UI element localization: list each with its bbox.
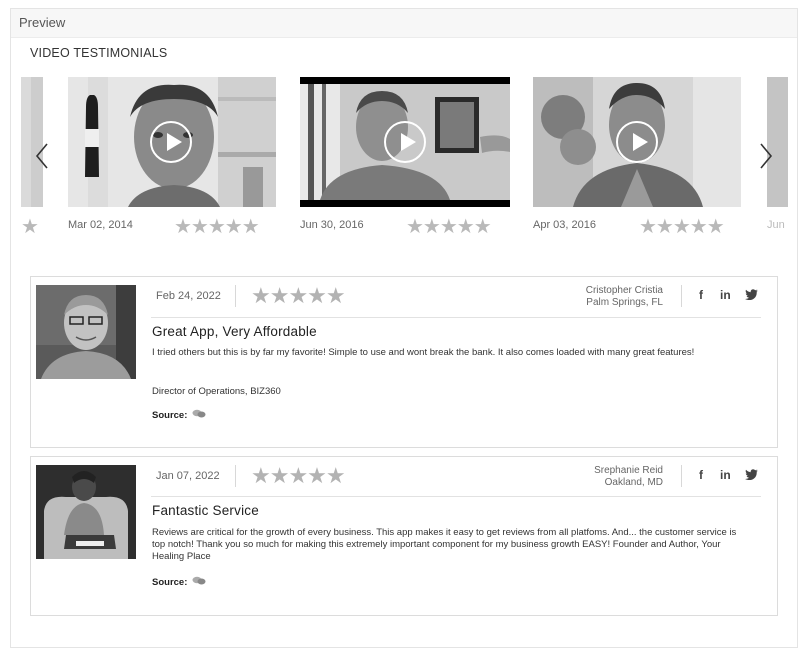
source-label: Source:	[152, 577, 188, 589]
video-slide-2[interactable]: Jun 30, 2016 ★★★★★	[300, 77, 510, 247]
divider	[235, 285, 236, 307]
play-icon[interactable]	[384, 121, 426, 163]
reviewer-role: Director of Operations, BIZ360	[152, 386, 281, 397]
review-rating-stars: ★★★★★	[251, 463, 346, 488]
linkedin-icon[interactable]: in	[720, 288, 731, 302]
divider	[235, 465, 236, 487]
play-icon[interactable]	[150, 121, 192, 163]
slide-rating-stars: ★★★★★	[639, 216, 725, 238]
review-source: Source:	[152, 409, 206, 422]
chat-bubbles-icon[interactable]	[192, 409, 206, 422]
divider	[681, 465, 682, 487]
review-body: Reviews are critical for the growth of e…	[152, 527, 737, 562]
slide-star-partial: ★	[21, 216, 39, 238]
reviewer-name: Cristopher Cristia	[585, 285, 663, 296]
card-divider	[151, 496, 761, 497]
slide-date: Mar 02, 2014	[68, 219, 133, 231]
divider	[681, 285, 682, 307]
video-thumbnail[interactable]	[68, 77, 276, 207]
review-source: Source:	[152, 576, 206, 589]
reviewer-photo	[36, 285, 136, 379]
preview-label: Preview	[19, 15, 66, 30]
reviewer-name-block: Cristopher Cristia Palm Springs, FL	[586, 285, 663, 309]
review-rating-stars: ★★★★★	[251, 283, 346, 308]
video-slide-3[interactable]: Apr 03, 2016 ★★★★★	[533, 77, 741, 247]
linkedin-icon[interactable]: in	[720, 468, 731, 482]
review-card: Feb 24, 2022 ★★★★★ Cristopher Cristia Pa…	[30, 276, 778, 448]
review-title: Fantastic Service	[152, 503, 259, 518]
slide-date-partial: Jun	[767, 219, 785, 231]
chat-bubbles-icon[interactable]	[192, 576, 206, 589]
video-slide-1[interactable]: Mar 02, 2014 ★★★★★	[68, 77, 276, 247]
review-body: I tried others but this is by far my fav…	[152, 347, 695, 358]
slide-rating-stars: ★★★★★	[406, 216, 492, 238]
reviewer-name-block: Srephanie Reid Oakland, MD	[594, 465, 663, 489]
slide-rating-stars: ★★★★★	[174, 216, 260, 238]
review-card: Jan 07, 2022 ★★★★★ Srephanie Reid Oaklan…	[30, 456, 778, 616]
chevron-right-icon[interactable]	[758, 141, 774, 171]
video-thumbnail[interactable]	[533, 77, 741, 207]
video-thumbnail[interactable]	[300, 77, 510, 207]
review-date: Jan 07, 2022	[156, 470, 220, 482]
source-label: Source:	[152, 410, 188, 422]
reviewer-location: Palm Springs, FL	[586, 297, 663, 308]
video-carousel: ★ Mar 02, 2014 ★★★★★ Jun 30, 2016 ★★★★★ …	[10, 77, 788, 247]
facebook-icon[interactable]: f	[699, 468, 703, 482]
facebook-icon[interactable]: f	[699, 288, 703, 302]
reviewer-name: Srephanie Reid	[594, 465, 663, 476]
review-title: Great App, Very Affordable	[152, 324, 317, 339]
review-date: Feb 24, 2022	[156, 290, 221, 302]
slide-date: Jun 30, 2016	[300, 219, 364, 231]
section-title: VIDEO TESTIMONIALS	[30, 46, 168, 60]
play-icon[interactable]	[616, 121, 658, 163]
chevron-left-icon[interactable]	[34, 141, 50, 171]
reviewer-location: Oakland, MD	[604, 477, 663, 488]
twitter-icon[interactable]	[745, 289, 758, 303]
slide-date: Apr 03, 2016	[533, 219, 596, 231]
preview-header: Preview	[11, 9, 797, 38]
twitter-icon[interactable]	[745, 469, 758, 483]
card-divider	[151, 317, 761, 318]
reviewer-photo	[36, 465, 136, 559]
